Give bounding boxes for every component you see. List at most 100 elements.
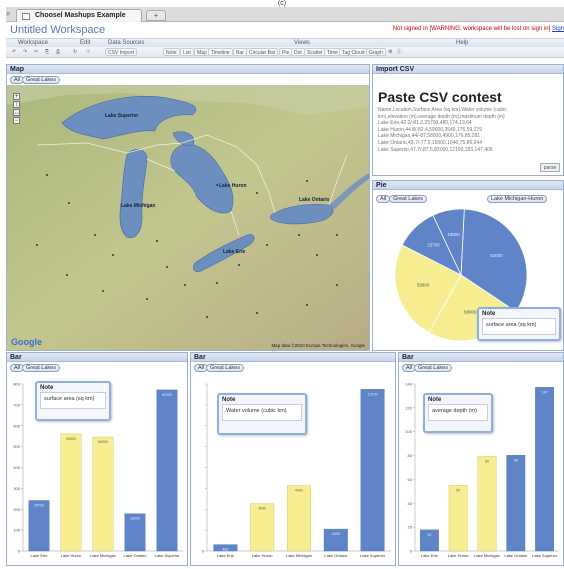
- bar[interactable]: [360, 389, 385, 552]
- menu-workspace[interactable]: Workspace: [18, 39, 48, 47]
- x-category-label: Lake Erie: [31, 553, 49, 558]
- cut-icon[interactable]: ✂: [32, 48, 42, 56]
- x-category-label: Lake Erie: [217, 553, 235, 558]
- warning-text: Not signed in [WARNING: workspace will b…: [392, 26, 551, 32]
- toolbar-csv-import[interactable]: CSV Import: [105, 48, 137, 56]
- toolbar-list[interactable]: List: [180, 48, 194, 56]
- bar[interactable]: [60, 433, 82, 552]
- page-favicon-icon: [22, 13, 30, 20]
- menu-edit[interactable]: Edit: [80, 39, 90, 47]
- browser-tab[interactable]: Choosel Mashups Example: [16, 9, 142, 22]
- label-lake-michigan: Lake Michigan: [121, 203, 156, 209]
- pie-selection-pill[interactable]: Lake Michigan-Huron: [487, 195, 548, 203]
- bar[interactable]: [92, 436, 114, 552]
- note-title: Note: [40, 385, 54, 391]
- note-body[interactable]: surface area (sq km): [482, 318, 556, 335]
- pie-panel: Pie All Great Lakes Lake Michigan-Huron …: [372, 180, 564, 351]
- bar-note[interactable]: Note surface area (sq km): [35, 381, 111, 421]
- x-category-label: Lake Michigan: [474, 553, 500, 558]
- label-lake-superior: Lake Superior: [105, 113, 139, 119]
- bar[interactable]: [250, 503, 275, 552]
- note-body[interactable]: surface area (sq km): [40, 392, 106, 409]
- bar-filter-great-lakes[interactable]: Great Lakes: [206, 364, 244, 372]
- redo-icon[interactable]: ↷: [21, 48, 31, 56]
- pie-slice-label: 58000: [464, 309, 477, 314]
- csv-textarea[interactable]: Name,Location,Surface Area (sq km),Water…: [378, 107, 558, 153]
- y-tick-label: 40: [408, 501, 413, 506]
- bar[interactable]: [287, 485, 311, 552]
- browser-tab-title: Choosel Mashups Example: [35, 12, 126, 19]
- bar[interactable]: [448, 485, 468, 552]
- pie-panel-title: Pie: [373, 181, 563, 190]
- bar-note[interactable]: Note average depth (m): [423, 393, 493, 433]
- x-category-label: Lake Erie: [421, 553, 439, 558]
- pie-note[interactable]: Note surface area (sq km): [477, 307, 561, 341]
- csv-panel: Import CSV Paste CSV contest Name,Locati…: [372, 64, 564, 176]
- bar[interactable]: [477, 456, 497, 552]
- bar-value-label: 82000: [162, 393, 172, 397]
- bar-panel-surface-area: Bar All Great Lakes 0 100 200 300 400 500 600 7…: [6, 352, 188, 566]
- workspace-title[interactable]: Untitled Workspace: [10, 24, 105, 36]
- bar[interactable]: [156, 389, 178, 552]
- x-category-label: Lake Huron: [448, 553, 469, 558]
- map-panel-title: Map: [7, 65, 369, 74]
- toolbar-note[interactable]: Note: [163, 48, 180, 56]
- bar-value-label: 19: [427, 533, 431, 537]
- note-body[interactable]: average depth (m): [428, 404, 488, 421]
- bar-filter-great-lakes[interactable]: Great Lakes: [22, 364, 60, 372]
- zoom-out-button[interactable]: −: [13, 117, 20, 124]
- copy-icon[interactable]: ⎘: [43, 48, 53, 56]
- parse-button[interactable]: parse: [540, 163, 560, 172]
- csv-line: Lake Huron,44.8/-82.4,59600,3540,176,59,…: [378, 126, 482, 133]
- toolbar-circular-bar[interactable]: Circular Bar: [246, 48, 279, 56]
- settings-icon[interactable]: ⚙: [386, 48, 395, 56]
- new-tab-button[interactable]: +: [146, 10, 166, 21]
- pie-filter-great-lakes[interactable]: Great Lakes: [389, 195, 427, 203]
- toolbar-dot[interactable]: Dot: [291, 48, 305, 56]
- y-tick-label: 20: [408, 525, 413, 530]
- toolbar-scatter[interactable]: Scatter: [304, 48, 326, 56]
- x-category-label: Lake Huron: [61, 553, 82, 558]
- csv-panel-title: Import CSV: [373, 65, 563, 74]
- note-body[interactable]: Water volume (cubic km): [222, 404, 302, 421]
- zoom-in-button[interactable]: +: [13, 93, 20, 100]
- x-category-label: Lake Michigan: [90, 553, 116, 558]
- map-filter-great-lakes[interactable]: Great Lakes: [22, 76, 60, 84]
- pan-button[interactable]: ↕: [13, 101, 20, 108]
- bar-filter-great-lakes[interactable]: Great Lakes: [414, 364, 452, 372]
- bar-panel-title: Bar: [7, 353, 187, 362]
- y-tick-label: 100: [13, 528, 20, 533]
- pan-horizontal-button[interactable]: ↔: [13, 109, 20, 116]
- search-icon[interactable]: ⌕: [6, 9, 14, 19]
- y-tick-label: 700: [13, 402, 20, 407]
- refresh-icon[interactable]: ↻: [71, 48, 81, 56]
- menu-help[interactable]: Help: [456, 39, 468, 47]
- toolbar-tag-cloud[interactable]: Tag Cloud: [339, 48, 368, 56]
- bar-value-label: 58000: [98, 440, 108, 444]
- bar-panel-water-volume: Bar All Great Lakes 0 480 Lake Erie 3540 Lak…: [190, 352, 396, 566]
- bar[interactable]: [506, 455, 526, 552]
- toolbar-bar[interactable]: Bar: [233, 48, 247, 56]
- bar[interactable]: [28, 500, 50, 552]
- csv-heading: Paste CSV contest: [378, 89, 502, 105]
- help-circle-icon[interactable]: ☉: [84, 48, 94, 56]
- bar-value-label: 25700: [34, 504, 44, 508]
- bar[interactable]: [535, 387, 555, 552]
- paste-icon[interactable]: ⎙: [54, 48, 64, 56]
- undo-icon[interactable]: ↶: [10, 48, 20, 56]
- pie-filter-all[interactable]: All: [376, 195, 391, 203]
- note-title: Note: [222, 397, 236, 403]
- menu-views[interactable]: Views: [294, 39, 310, 47]
- sign-in-link[interactable]: Sign: [552, 26, 564, 32]
- great-lakes-map[interactable]: [7, 85, 369, 350]
- note-title: Note: [428, 397, 442, 403]
- bar-note[interactable]: Note Water volume (cubic km): [217, 393, 307, 435]
- menu-data-sources[interactable]: Data Sources: [108, 39, 144, 47]
- info-icon[interactable]: ⓘ: [395, 48, 404, 56]
- toolbar-timeline[interactable]: Timeline: [208, 48, 233, 56]
- map-view[interactable]: + ↕ ↔ − Lake Superior Lake Michigan Lake…: [7, 85, 369, 350]
- toolbar-graph[interactable]: Graph: [366, 48, 386, 56]
- label-lake-huron: Lake Huron: [219, 183, 247, 189]
- label-lake-ontario: Lake Ontario: [299, 197, 330, 203]
- x-category-label: Lake Ontario: [324, 553, 348, 558]
